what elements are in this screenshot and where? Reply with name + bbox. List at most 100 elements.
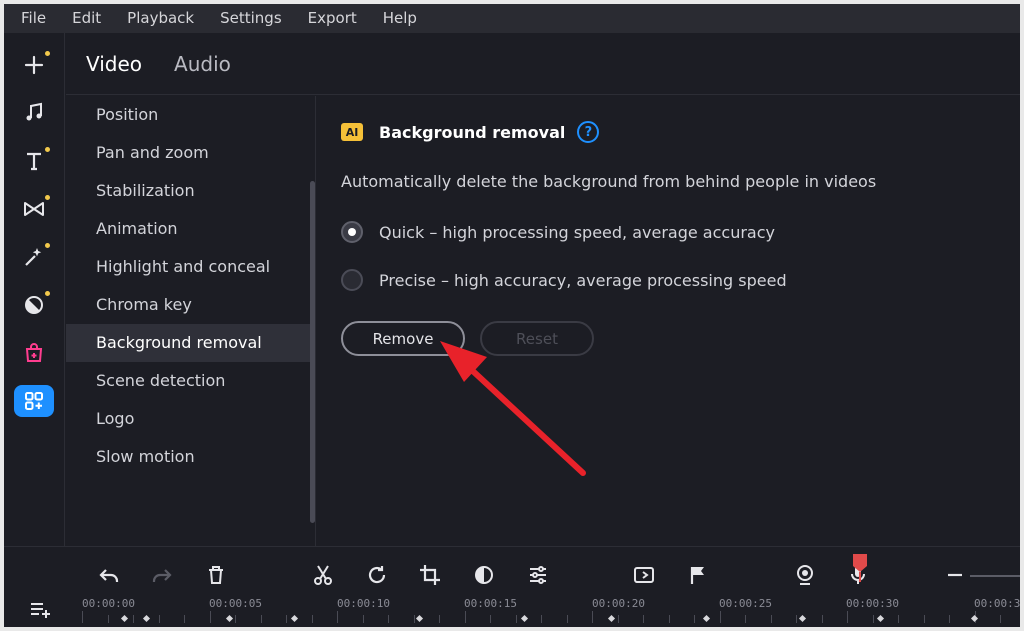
cut-button[interactable] <box>309 561 337 589</box>
effects-list: Position Pan and zoom Stabilization Anim… <box>66 96 316 546</box>
time-label: 00:00:20 <box>592 597 645 610</box>
ruler-tick <box>770 615 772 623</box>
transition-wizard-button[interactable] <box>630 561 658 589</box>
effect-item-position[interactable]: Position <box>66 96 315 134</box>
clip-marker[interactable] <box>225 614 234 623</box>
add-marker-button[interactable] <box>684 561 712 589</box>
ruler-tick <box>311 615 313 623</box>
clip-properties-button[interactable] <box>524 561 552 589</box>
tab-audio[interactable]: Audio <box>158 52 247 76</box>
timeline: 00:00:00 00:00:05 00:00:10 00:00:15 00:0… <box>4 546 1020 627</box>
redo-icon <box>152 569 172 582</box>
video-editor-window: File Edit Playback Settings Export Help <box>4 4 1020 627</box>
help-icon[interactable]: ? <box>577 121 600 143</box>
playhead[interactable] <box>853 554 867 572</box>
rotate-icon <box>368 566 386 584</box>
ruler-tick <box>923 615 925 623</box>
ruler-tick <box>260 615 262 623</box>
effect-item-slow-motion[interactable]: Slow motion <box>66 438 315 476</box>
reset-button[interactable]: Reset <box>480 321 594 356</box>
ruler-tick <box>541 615 542 623</box>
menu-file[interactable]: File <box>4 4 59 33</box>
ruler-tick <box>82 611 83 623</box>
radio-precise[interactable] <box>341 269 363 291</box>
flag-icon <box>690 567 704 584</box>
ruler-tick <box>490 615 491 623</box>
titles-icon <box>27 152 41 171</box>
redo-button[interactable] <box>148 561 176 589</box>
webcam-icon <box>797 565 813 585</box>
crop-button[interactable] <box>416 561 444 589</box>
ai-badge: AI <box>341 123 363 141</box>
clip-marker[interactable] <box>798 614 807 623</box>
titles-button[interactable] <box>14 143 54 179</box>
ruler-tick <box>592 611 593 623</box>
effect-item-logo[interactable]: Logo <box>66 400 315 438</box>
clip-marker[interactable] <box>702 614 711 623</box>
clip-marker[interactable] <box>876 614 885 623</box>
option-precise[interactable]: Precise – high accuracy, average process… <box>341 269 787 291</box>
menu-help[interactable]: Help <box>370 4 430 33</box>
store-button[interactable] <box>14 335 54 371</box>
clip-marker[interactable] <box>290 614 299 623</box>
option-quick-label[interactable]: Quick – high processing speed, average a… <box>379 223 775 242</box>
music-button[interactable] <box>14 95 54 131</box>
effects-list-scrollbar[interactable] <box>310 181 315 523</box>
tab-video[interactable]: Video <box>66 52 158 76</box>
timeline-ruler[interactable]: 00:00:00 00:00:05 00:00:10 00:00:15 00:0… <box>82 595 1020 627</box>
zoom-out-button[interactable] <box>941 561 969 589</box>
menu-bar: File Edit Playback Settings Export Help <box>4 4 1020 33</box>
delete-button[interactable] <box>202 561 230 589</box>
clip-marker[interactable] <box>520 614 529 623</box>
add-media-button[interactable] <box>14 47 54 83</box>
panel-title: Background removal <box>379 122 566 142</box>
zoom-slider[interactable] <box>970 575 1020 577</box>
transitions-button[interactable] <box>14 191 54 227</box>
menu-settings[interactable]: Settings <box>207 4 295 33</box>
new-dot <box>45 147 50 152</box>
rotate-button[interactable] <box>363 561 391 589</box>
menu-edit[interactable]: Edit <box>59 4 114 33</box>
effect-item-pan-and-zoom[interactable]: Pan and zoom <box>66 134 315 172</box>
undo-button[interactable] <box>95 561 123 589</box>
ruler-tick <box>668 615 670 623</box>
effects-icon <box>25 248 42 266</box>
filters-button[interactable] <box>14 287 54 323</box>
clip-marker[interactable] <box>607 614 616 623</box>
effect-item-animation[interactable]: Animation <box>66 210 315 248</box>
ruler-tick <box>184 615 185 623</box>
clip-marker[interactable] <box>142 614 151 623</box>
time-label: 00:00:30 <box>846 597 899 610</box>
add-icon <box>24 55 44 75</box>
effect-item-stabilization[interactable]: Stabilization <box>66 172 315 210</box>
ruler-tick <box>413 615 415 623</box>
clip-marker[interactable] <box>120 614 129 623</box>
add-track-button[interactable] <box>26 595 54 623</box>
music-icon <box>26 102 42 121</box>
new-dot <box>45 51 50 56</box>
clip-marker[interactable] <box>970 614 979 623</box>
remove-button[interactable]: Remove <box>341 321 465 356</box>
option-quick[interactable]: Quick – high processing speed, average a… <box>341 221 775 243</box>
ruler-tick <box>719 611 721 623</box>
ruler-tick <box>643 615 644 623</box>
transition-wizard-icon <box>634 567 654 583</box>
ruler-tick <box>796 615 797 623</box>
effects-button[interactable] <box>14 239 54 275</box>
effect-item-highlight-and-conceal[interactable]: Highlight and conceal <box>66 248 315 286</box>
option-precise-label[interactable]: Precise – high accuracy, average process… <box>379 271 787 290</box>
menu-playback[interactable]: Playback <box>114 4 207 33</box>
radio-quick[interactable] <box>341 221 363 243</box>
effect-item-background-removal[interactable]: Background removal <box>66 324 315 362</box>
webcam-button[interactable] <box>791 561 819 589</box>
add-track-icon <box>31 603 50 618</box>
zoom-out-icon <box>948 573 962 577</box>
effect-item-scene-detection[interactable]: Scene detection <box>66 362 315 400</box>
color-adjust-button[interactable] <box>470 561 498 589</box>
time-label: 00:00:3 <box>974 597 1020 610</box>
ruler-tick <box>107 615 109 623</box>
clip-marker[interactable] <box>415 614 424 623</box>
menu-export[interactable]: Export <box>295 4 370 33</box>
more-tools-button[interactable] <box>14 385 54 417</box>
effect-item-chroma-key[interactable]: Chroma key <box>66 286 315 324</box>
